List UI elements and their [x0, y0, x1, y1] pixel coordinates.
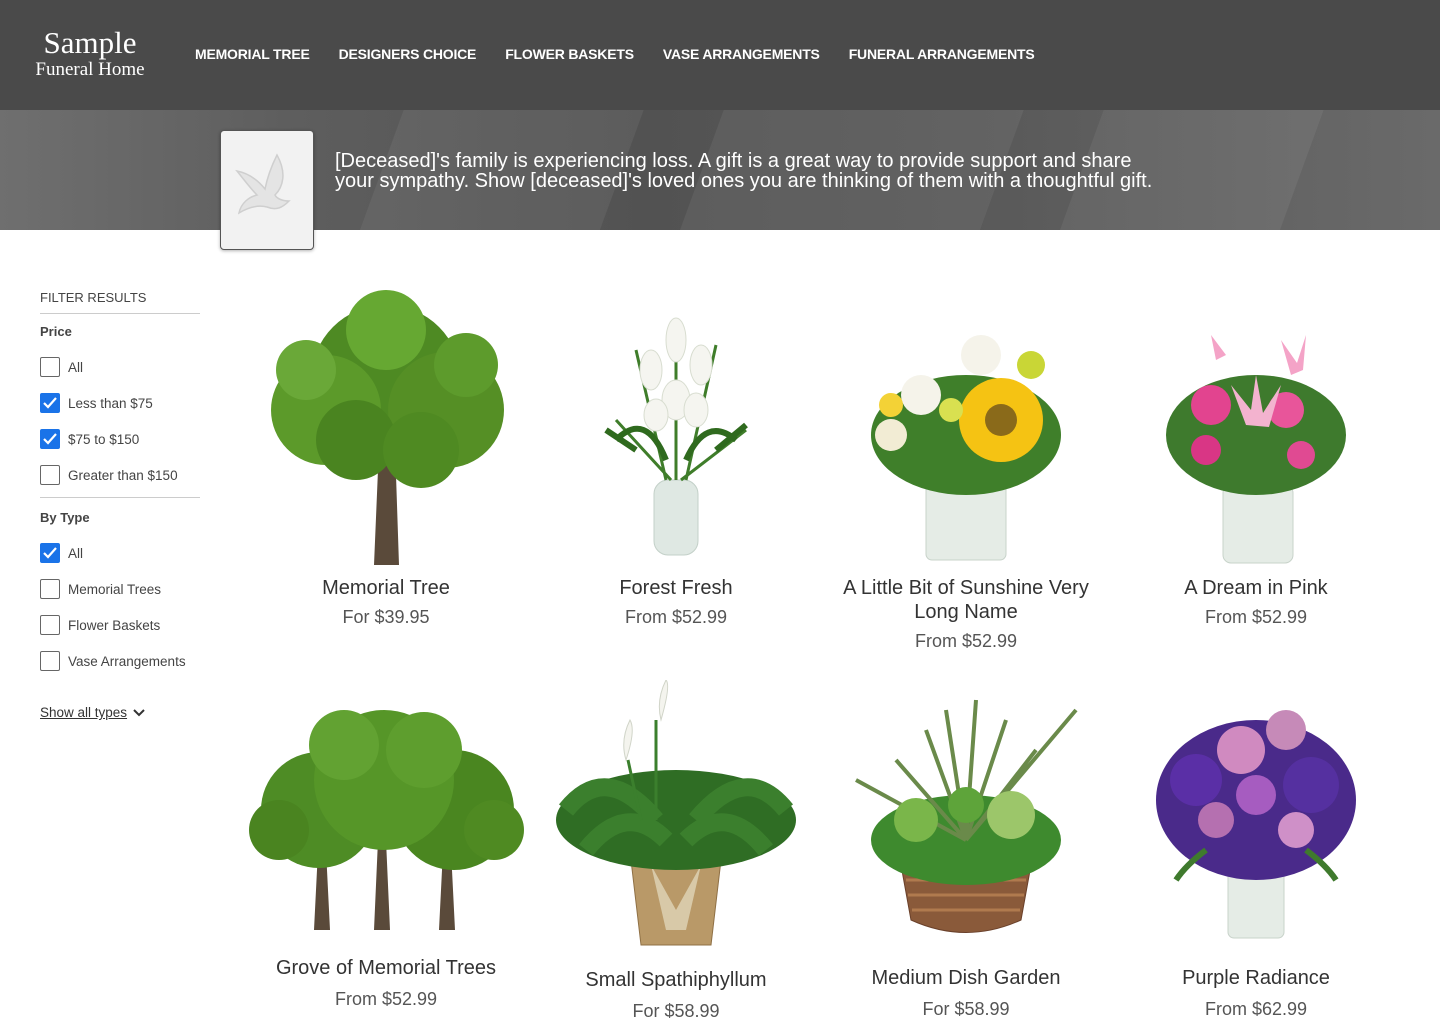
type-filter-label: By Type [40, 510, 90, 525]
price-filter-option-label: All [68, 359, 84, 375]
type-filter-option-label: Vase Arrangements [68, 653, 186, 669]
product-image[interactable] [821, 290, 1111, 565]
price-filter-label: Price [40, 324, 72, 339]
product-price: From $62.99 [1204, 999, 1308, 1019]
product-card[interactable]: Small Spathiphyllum For $58.99 [531, 680, 821, 1022]
product-name[interactable]: Grove of Memorial Trees [241, 956, 531, 980]
deceased-photo [220, 130, 314, 250]
filter-title: FILTER RESULTS [40, 290, 200, 314]
price-filter-checkbox[interactable] [40, 393, 60, 413]
product-card[interactable]: Forest Fresh From $52.99 [531, 290, 821, 628]
logo-line1: Sample [43, 25, 137, 60]
product-card[interactable]: Medium Dish Garden For $58.99 [821, 680, 1111, 1020]
filter-divider [40, 497, 200, 498]
product-image[interactable] [1111, 680, 1401, 940]
nav-designers-choice[interactable]: DESIGNERS CHOICE [339, 46, 477, 62]
type-filter-checkbox[interactable] [40, 615, 60, 635]
price-filter-option[interactable]: Less than $75 [40, 385, 200, 421]
price-filter-checkbox[interactable] [40, 357, 60, 377]
show-all-types-link[interactable]: Show all types [40, 705, 200, 720]
product-image[interactable] [241, 680, 531, 930]
product-name[interactable]: A Little Bit of Sunshine Very Long Name [821, 576, 1111, 624]
purple-flowers-vase-image [1156, 710, 1356, 939]
tree-grove-image [248, 710, 524, 930]
product-name[interactable]: Memorial Tree [241, 576, 531, 600]
product-price: For $39.95 [342, 607, 430, 627]
price-filter-option[interactable]: $75 to $150 [40, 421, 200, 457]
type-filter-checkbox[interactable] [40, 651, 60, 671]
price-filter-checkbox[interactable] [40, 465, 60, 485]
nav-funeral-arrangements[interactable]: FUNERAL ARRANGEMENTS [849, 46, 1035, 62]
product-name[interactable]: A Dream in Pink [1111, 576, 1401, 600]
checkmark-icon [43, 547, 57, 559]
price-filter-option[interactable]: Greater than $150 [40, 457, 200, 493]
white-flowers-vase-image [604, 317, 748, 556]
type-filter-option[interactable]: Flower Baskets [40, 607, 200, 643]
type-filter-option-label: Memorial Trees [68, 581, 162, 597]
show-all-types-label: Show all types [40, 705, 128, 720]
product-image[interactable] [1111, 290, 1401, 565]
site-logo[interactable]: Sample Funeral Home [30, 26, 150, 80]
product-image[interactable] [531, 290, 821, 565]
price-filter-option-label: Greater than $150 [68, 467, 178, 483]
type-filter-option[interactable]: All [40, 535, 200, 571]
product-name[interactable]: Forest Fresh [531, 576, 821, 600]
price-filter-option-label: $75 to $150 [68, 431, 140, 447]
nav-vase-arrangements[interactable]: VASE ARRANGEMENTS [663, 46, 820, 62]
type-filter-option-label: All [68, 545, 84, 561]
tree-image [271, 290, 504, 565]
type-filter-option[interactable]: Memorial Trees [40, 571, 200, 607]
product-image[interactable] [241, 290, 531, 565]
product-name[interactable]: Medium Dish Garden [821, 966, 1111, 990]
product-price: From $52.99 [334, 989, 438, 1009]
site-header: Sample Funeral Home MEMORIAL TREE DESIGN… [0, 0, 1440, 110]
product-price: From $52.99 [1204, 607, 1308, 627]
product-card[interactable]: Memorial Tree For $39.95 [241, 290, 531, 628]
peace-lily-basket-image [556, 680, 796, 946]
checkmark-icon [43, 397, 57, 409]
checkmark-icon [43, 433, 57, 445]
filter-sidebar: FILTER RESULTS Price All Less than $75 $75… [40, 290, 200, 720]
product-price: From $52.99 [914, 631, 1018, 651]
product-card[interactable]: Purple Radiance From $62.99 [1111, 680, 1401, 1020]
product-price: From $52.99 [624, 607, 728, 627]
price-filter-option[interactable]: All [40, 349, 200, 385]
type-filter-checkbox[interactable] [40, 543, 60, 563]
nav-memorial-tree[interactable]: MEMORIAL TREE [195, 46, 310, 62]
sunflower-vase-image [871, 335, 1061, 561]
product-price: For $58.99 [632, 1001, 720, 1021]
banner-message: [Deceased]'s family is experiencing loss… [335, 150, 1153, 192]
product-name[interactable]: Purple Radiance [1111, 966, 1401, 990]
pink-flowers-vase-image [1166, 335, 1346, 564]
price-filter-option-label: Less than $75 [68, 395, 153, 411]
type-filter-option-label: Flower Baskets [68, 617, 161, 633]
logo-line2: Funeral Home [35, 59, 145, 80]
product-price: For $58.99 [922, 999, 1010, 1019]
product-name[interactable]: Small Spathiphyllum [531, 968, 821, 992]
product-card[interactable]: Grove of Memorial Trees From $52.99 [241, 680, 531, 1010]
chevron-down-icon [133, 708, 145, 716]
product-image[interactable] [531, 680, 821, 955]
product-card[interactable]: A Dream in Pink From $52.99 [1111, 290, 1401, 628]
type-filter-checkbox[interactable] [40, 579, 60, 599]
nav-flower-baskets[interactable]: FLOWER BASKETS [505, 46, 634, 62]
product-image[interactable] [821, 680, 1111, 940]
type-filter-option[interactable]: Vase Arrangements [40, 643, 200, 679]
price-filter-checkbox[interactable] [40, 429, 60, 449]
dish-garden-image [855, 699, 1078, 933]
main-nav: MEMORIAL TREE DESIGNERS CHOICE FLOWER BA… [195, 46, 1035, 62]
product-card[interactable]: A Little Bit of Sunshine Very Long Name … [821, 290, 1111, 652]
dove-icon [235, 153, 291, 215]
